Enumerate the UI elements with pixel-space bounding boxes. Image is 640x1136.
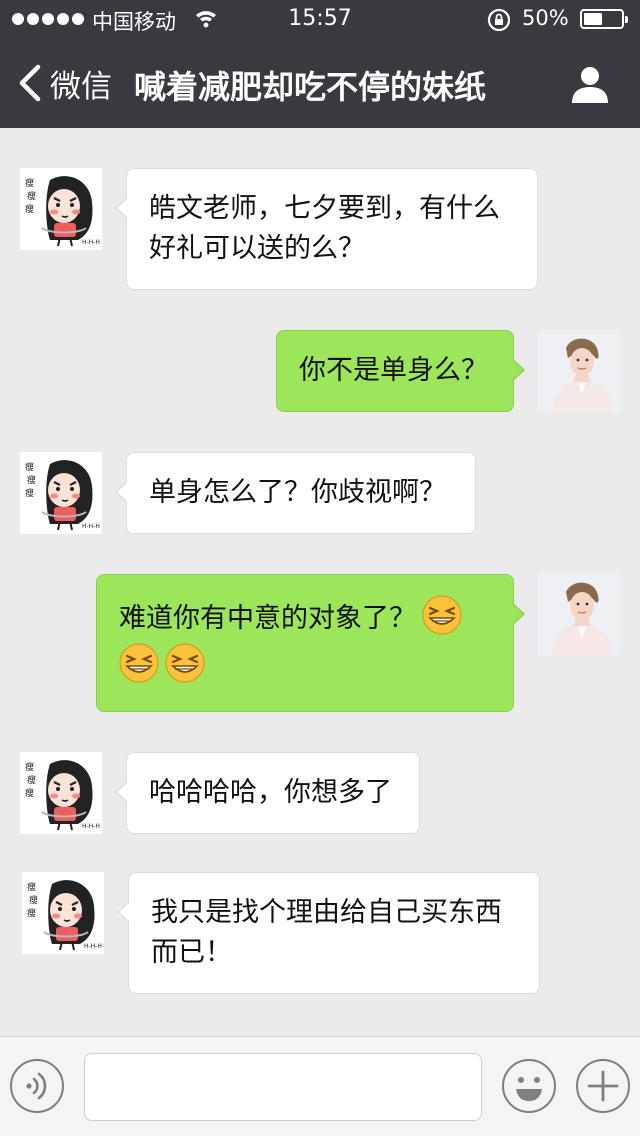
message-text-line: 我只是找个理由给自己买东西 [151,897,502,928]
nav-bar: 微信 喊着减肥却吃不停的妹纸 [0,40,640,128]
message-text-line: 皓文老师，七夕要到，有什么 [149,193,500,224]
grinning-squint-emoji [165,643,205,683]
message-text: 你不是单身么？ [299,355,488,386]
battery-icon [580,9,628,29]
message-bubble[interactable]: 难道你有中意的对象了？ [96,574,525,712]
message-text: 难道你有中意的对象了？ [119,603,416,634]
emoji-button[interactable] [502,1059,556,1113]
my-avatar[interactable] [538,574,620,656]
message-bubble[interactable]: 皓文老师，七夕要到，有什么 好礼可以送的么？ [115,168,538,290]
message-text-line: 好礼可以送的么？ [149,233,365,264]
message-bubble[interactable]: 你不是单身么？ [276,330,525,412]
message-input[interactable] [84,1053,482,1121]
back-label: 微信 [50,68,112,105]
message-text-line: 而已！ [151,937,232,968]
contact-avatar[interactable] [22,872,104,954]
grinning-squint-emoji [422,595,462,635]
message-text: 单身怎么了？你歧视啊？ [149,477,446,508]
back-button[interactable]: 微信 [16,58,112,108]
voice-button[interactable] [10,1059,64,1113]
message-text: 哈哈哈哈，你想多了 [149,777,392,808]
grinning-squint-emoji [119,643,159,683]
message-bubble[interactable]: 我只是找个理由给自己买东西 而已！ [117,872,540,994]
contact-avatar[interactable] [20,452,102,534]
voice-icon [26,1072,47,1100]
add-button[interactable] [576,1059,630,1113]
input-bar [0,1036,640,1136]
contact-avatar[interactable] [20,752,102,834]
smiley-icon [516,1077,542,1101]
message-bubble[interactable]: 哈哈哈哈，你想多了 [115,752,420,834]
chat-title: 喊着减肥却吃不停的妹纸 [134,68,487,106]
plus-icon [587,1070,619,1102]
contact-avatar[interactable] [20,168,102,250]
my-avatar[interactable] [538,330,620,412]
message-bubble[interactable]: 单身怎么了？你歧视啊？ [115,452,476,534]
top-bar: 中国移动 15:57 50% 微信 喊着减肥却吃不停的妹纸 [0,0,640,128]
battery-percent: 50% [522,6,569,30]
chevron-left-icon [19,64,41,102]
message-list[interactable]: 瘦 瘦 瘦 H-H-H [0,128,640,1036]
rotation-lock-icon [487,8,511,32]
person-icon[interactable] [570,64,610,104]
status-bar: 中国移动 15:57 50% [0,0,640,40]
